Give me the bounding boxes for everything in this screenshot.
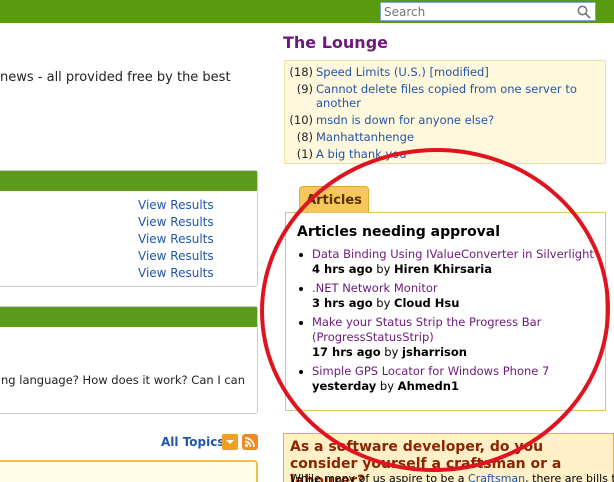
article-meta: 4 hrs ago by Hiren Khirsaria xyxy=(312,262,492,276)
lounge-title: The Lounge xyxy=(283,33,388,52)
view-results-link[interactable]: View Results xyxy=(138,266,214,280)
survey-results-panel: View Results View Results View Results V… xyxy=(0,170,258,287)
lounge-box: (18) Speed Limits (U.S.) [modified] (9) Ca… xyxy=(284,60,606,164)
bottom-panel xyxy=(0,460,258,482)
list-item: View Results xyxy=(138,197,214,214)
top-nav-bar xyxy=(0,0,614,23)
panel-header-bar xyxy=(0,307,257,327)
by-label: by xyxy=(384,345,399,359)
view-results-link[interactable]: View Results xyxy=(138,198,214,212)
by-label: by xyxy=(376,296,391,310)
article-time: 3 hrs ago xyxy=(312,296,373,310)
articles-heading: Articles needing approval xyxy=(297,224,501,240)
results-list: View Results View Results View Results V… xyxy=(138,197,214,282)
by-label: by xyxy=(379,379,395,393)
article-author: Cloud Hsu xyxy=(394,296,460,310)
article-author: Ahmedn1 xyxy=(397,379,459,393)
survey-box: As a software developer, do you consider… xyxy=(283,433,614,482)
article-time: 17 hrs ago xyxy=(312,345,381,359)
message-count: (1) xyxy=(296,147,313,161)
panel-header-bar xyxy=(0,171,257,191)
survey-text-before: While many of us aspire to be a xyxy=(290,472,469,482)
search-input[interactable] xyxy=(381,3,571,20)
survey-text-after: , there are bills to be xyxy=(525,472,614,482)
lounge-thread-link[interactable]: A big thank you xyxy=(316,147,407,161)
article-meta: 3 hrs ago by Cloud Hsu xyxy=(312,296,459,310)
message-count: (8) xyxy=(296,130,313,144)
message-count: (18) xyxy=(289,65,313,79)
lounge-list: (18) Speed Limits (U.S.) [modified] (9) Ca… xyxy=(285,61,605,161)
article-author: jsharrison xyxy=(402,345,467,359)
by-label: by xyxy=(376,262,391,276)
list-item: Make your Status Strip the Progress Bar … xyxy=(297,315,602,360)
list-item: (10) msdn is down for anyone else? xyxy=(285,113,605,127)
craftsman-link[interactable]: Craftsman xyxy=(468,472,525,482)
message-count: (10) xyxy=(289,113,313,127)
article-link[interactable]: .NET Network Monitor xyxy=(312,281,438,295)
intro-text: news - all provided free by the best xyxy=(0,70,231,85)
lounge-thread-link[interactable]: Cannot delete files copied from one serv… xyxy=(316,82,577,110)
list-item: (18) Speed Limits (U.S.) [modified] xyxy=(285,65,605,79)
article-link[interactable]: Simple GPS Locator for Windows Phone 7 xyxy=(312,364,549,378)
list-item: (9) Cannot delete files copied from one s… xyxy=(285,82,605,110)
view-results-link[interactable]: View Results xyxy=(138,215,214,229)
view-results-link[interactable]: View Results xyxy=(138,232,214,246)
articles-list: Data Binding Using IValueConverter in Si… xyxy=(297,247,602,398)
article-meta: 17 hrs ago by jsharrison xyxy=(312,345,467,359)
list-item: View Results xyxy=(138,248,214,265)
article-time: 4 hrs ago xyxy=(312,262,373,276)
all-topics-link[interactable]: All Topics xyxy=(161,435,225,449)
article-time: yesterday xyxy=(312,379,377,393)
list-item: Simple GPS Locator for Windows Phone 7 y… xyxy=(297,364,602,394)
article-link[interactable]: Data Binding Using IValueConverter in Si… xyxy=(312,247,594,261)
list-item: View Results xyxy=(138,265,214,282)
article-author: Hiren Khirsaria xyxy=(394,262,492,276)
chevron-down-icon[interactable] xyxy=(222,434,238,450)
list-item: View Results xyxy=(138,231,214,248)
lounge-thread-link[interactable]: Speed Limits (U.S.) [modified] xyxy=(316,65,489,79)
question-text: ng language? How does it work? Can I can xyxy=(1,373,246,387)
question-panel: ng language? How does it work? Can I can xyxy=(0,306,258,414)
list-item: .NET Network Monitor 3 hrs ago by Cloud … xyxy=(297,281,602,311)
survey-text: While many of us aspire to be a Craftsma… xyxy=(290,472,614,482)
view-results-link[interactable]: View Results xyxy=(138,249,214,263)
rss-icon[interactable] xyxy=(242,434,258,450)
articles-box: Articles needing approval Data Binding U… xyxy=(285,212,606,411)
article-meta: yesterday by Ahmedn1 xyxy=(312,379,459,393)
list-item: View Results xyxy=(138,214,214,231)
message-count: (9) xyxy=(296,82,313,96)
article-link[interactable]: Make your Status Strip the Progress Bar … xyxy=(312,315,541,344)
lounge-thread-link[interactable]: Manhattanhenge xyxy=(316,130,414,144)
lounge-thread-link[interactable]: msdn is down for anyone else? xyxy=(316,113,494,127)
search-box[interactable] xyxy=(380,2,596,21)
list-item: (1) A big thank you xyxy=(285,147,605,161)
list-item: (8) Manhattanhenge xyxy=(285,130,605,144)
tab-articles[interactable]: Articles xyxy=(299,186,369,213)
search-icon[interactable] xyxy=(576,4,592,20)
list-item: Data Binding Using IValueConverter in Si… xyxy=(297,247,602,277)
